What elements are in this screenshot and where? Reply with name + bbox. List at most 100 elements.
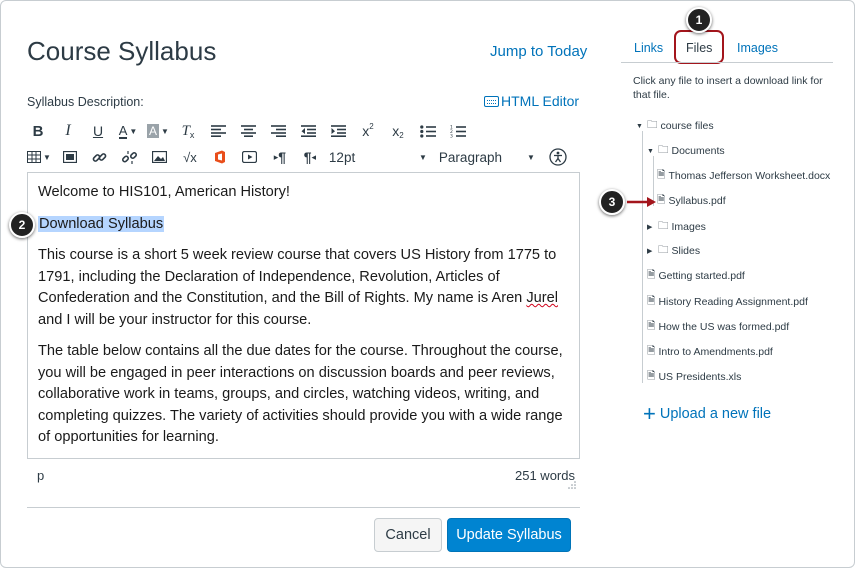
- align-center-icon[interactable]: [237, 120, 259, 142]
- cancel-button[interactable]: Cancel: [374, 518, 442, 552]
- file-icon: 🗎: [657, 169, 666, 181]
- file-label: History Reading Assignment.pdf: [658, 296, 808, 308]
- svg-text:3: 3: [450, 133, 453, 138]
- video-icon[interactable]: [239, 146, 261, 168]
- indent-icon[interactable]: [327, 120, 349, 142]
- file-label: Getting started.pdf: [658, 270, 745, 282]
- editor-toolbar-row-1: B I U A ▼ A ▼ Tx x2 x2 123: [27, 119, 477, 143]
- block-format-select[interactable]: Paragraph ▼: [439, 150, 535, 165]
- underline-button[interactable]: U: [87, 120, 109, 142]
- folder-icon: 🗀: [647, 119, 658, 131]
- file-label: US Presidents.xls: [658, 371, 742, 383]
- align-left-icon[interactable]: [207, 120, 229, 142]
- numbered-list-icon[interactable]: 123: [447, 120, 469, 142]
- folder-label: course files: [660, 120, 714, 132]
- folder-icon: 🗀: [658, 220, 669, 232]
- sidebar-hint: Click any file to insert a download link…: [633, 75, 823, 101]
- folder-label: Slides: [671, 245, 701, 257]
- outdent-icon[interactable]: [297, 120, 319, 142]
- unlink-icon[interactable]: [119, 146, 141, 168]
- editor-paragraph-2: The table below contains all the due dat…: [38, 343, 563, 445]
- keyboard-icon: [484, 95, 499, 107]
- tab-links[interactable]: Links: [634, 41, 663, 55]
- word-count: 251 words: [515, 468, 575, 483]
- file-icon: 🗎: [647, 295, 656, 307]
- html-editor-toggle[interactable]: HTML Editor: [484, 93, 579, 109]
- file-label: How the US was formed.pdf: [658, 321, 790, 333]
- tree-file-syllabus[interactable]: 🗎 Syllabus.pdf: [657, 192, 726, 210]
- file-icon: 🗎: [647, 320, 656, 332]
- misspelled-word: Jurel: [526, 290, 558, 306]
- tree-guide-root: [642, 131, 643, 383]
- file-label: Syllabus.pdf: [668, 195, 726, 207]
- callout-badge-3: 3: [599, 189, 625, 215]
- tree-file[interactable]: 🗎 How the US was formed.pdf: [647, 318, 789, 336]
- resize-handle-icon[interactable]: [567, 480, 576, 489]
- font-size-select[interactable]: 12pt ▼: [329, 150, 427, 165]
- expanded-caret-icon: ▼: [647, 147, 654, 155]
- expanded-caret-icon: ▼: [636, 122, 643, 130]
- tree-file[interactable]: 🗎 History Reading Assignment.pdf: [647, 293, 808, 311]
- folder-icon: 🗀: [658, 244, 669, 256]
- tree-folder-images[interactable]: ▶ 🗀 Images: [647, 218, 706, 236]
- divider: [27, 507, 580, 508]
- background-color-button[interactable]: A ▼: [147, 120, 169, 142]
- rich-text-editor[interactable]: Welcome to HIS101, American History! Dow…: [27, 172, 580, 459]
- html-editor-label: HTML Editor: [501, 93, 580, 109]
- tree-file[interactable]: 🗎 Thomas Jefferson Worksheet.docx: [657, 167, 830, 185]
- callout-badge-2: 2: [9, 212, 35, 238]
- bold-button[interactable]: B: [27, 120, 49, 142]
- collapsed-caret-icon: ▶: [647, 248, 653, 255]
- tab-images[interactable]: Images: [737, 41, 778, 55]
- accessibility-checker-icon[interactable]: [547, 146, 569, 168]
- upload-new-file-link[interactable]: + Upload a new file: [643, 401, 772, 426]
- media-icon[interactable]: [59, 146, 81, 168]
- tab-divider: [621, 62, 833, 63]
- block-format-value: Paragraph: [438, 149, 502, 165]
- font-size-value: 12pt: [328, 149, 356, 165]
- folder-icon: 🗀: [658, 144, 669, 156]
- file-icon: 🗎: [657, 194, 666, 206]
- update-syllabus-button[interactable]: Update Syllabus: [447, 518, 571, 552]
- subscript-icon[interactable]: x2: [387, 120, 409, 142]
- clear-formatting-button[interactable]: Tx: [177, 120, 199, 142]
- page-title: Course Syllabus: [27, 36, 217, 66]
- paragraph-1-text-a: This course is a short 5 week review cou…: [38, 247, 557, 306]
- text-color-button[interactable]: A ▼: [117, 120, 139, 142]
- image-icon[interactable]: [149, 146, 171, 168]
- file-icon: 🗎: [647, 370, 656, 382]
- superscript-icon[interactable]: x2: [357, 120, 379, 142]
- tree-file[interactable]: 🗎 Getting started.pdf: [647, 267, 745, 285]
- table-icon[interactable]: ▼: [27, 146, 51, 168]
- tree-file[interactable]: 🗎 Intro to Amendments.pdf: [647, 343, 773, 361]
- file-label: Thomas Jefferson Worksheet.docx: [668, 170, 831, 182]
- file-icon: 🗎: [647, 345, 656, 357]
- link-icon[interactable]: [89, 146, 111, 168]
- tree-folder-slides[interactable]: ▶ 🗀 Slides: [647, 242, 700, 260]
- editor-paragraph-1: This course is a short 5 week review cou…: [38, 245, 569, 331]
- file-label: Intro to Amendments.pdf: [658, 346, 773, 358]
- tree-folder-documents[interactable]: ▼ 🗀 Documents: [647, 142, 725, 160]
- files-tab-callout-outline: [674, 30, 724, 64]
- tree-file[interactable]: 🗎 US Presidents.xls: [647, 368, 741, 386]
- office-icon[interactable]: [209, 146, 231, 168]
- syllabus-description-label: Syllabus Description:: [27, 95, 144, 109]
- jump-to-today-link[interactable]: Jump to Today: [490, 43, 587, 60]
- callout-arrow-icon: [627, 197, 656, 207]
- callout-badge-1: 1: [686, 7, 712, 33]
- plus-icon: +: [643, 401, 656, 426]
- bullet-list-icon[interactable]: [417, 120, 439, 142]
- equation-icon[interactable]: √x: [179, 146, 201, 168]
- folder-label: Documents: [671, 145, 725, 157]
- editor-toolbar-row-2: ▼ √x ▸ ¶ ¶ ◂ 12pt ▼ Paragraph ▼: [27, 145, 577, 169]
- collapsed-caret-icon: ▶: [647, 224, 653, 231]
- upload-label: Upload a new file: [659, 406, 772, 422]
- element-path: p: [37, 468, 45, 483]
- file-icon: 🗎: [647, 269, 656, 281]
- ltr-direction-icon[interactable]: ▸ ¶: [269, 146, 291, 168]
- italic-button[interactable]: I: [57, 120, 79, 142]
- selected-text-download-syllabus[interactable]: Download Syllabus: [38, 215, 165, 232]
- tree-folder-course-files[interactable]: ▼ 🗀 course files: [636, 117, 714, 135]
- align-right-icon[interactable]: [267, 120, 289, 142]
- rtl-direction-icon[interactable]: ¶ ◂: [299, 146, 321, 168]
